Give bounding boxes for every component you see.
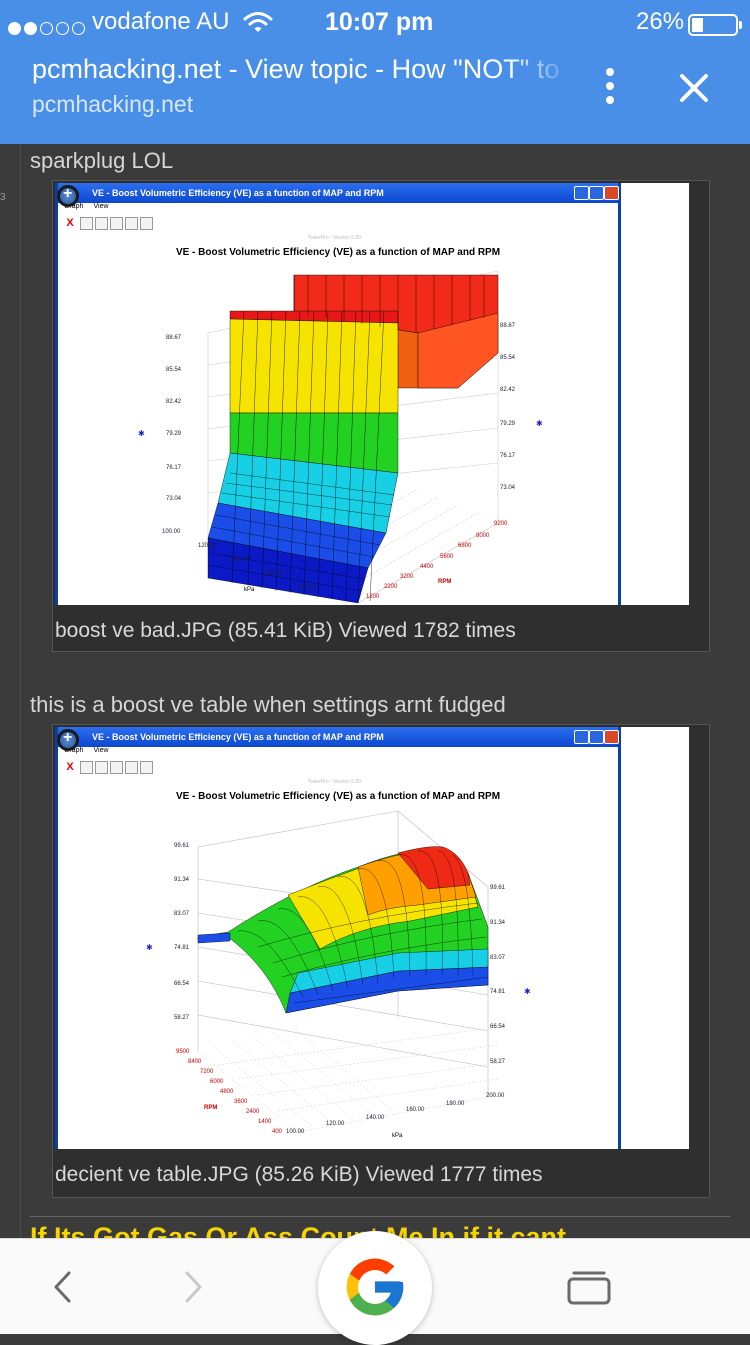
z-tick: 88.67	[166, 335, 182, 341]
z-tick: 74.81	[490, 989, 506, 995]
attachment-caption-2: decient ve table.JPG (85.26 KiB) Viewed …	[55, 1163, 543, 1186]
attachment-caption-1: boost ve bad.JPG (85.41 KiB) Viewed 1782…	[55, 619, 516, 642]
z-tick: 73.04	[500, 485, 516, 491]
z-tick: 66.54	[490, 1024, 506, 1030]
rpm-tick: 400	[272, 1129, 283, 1135]
rpm-tick: 1200	[366, 594, 380, 600]
signature-divider	[30, 1216, 730, 1217]
gutter-mark: 3	[0, 192, 6, 203]
z-tick: 79.29	[166, 431, 182, 437]
z-tick: 83.07	[490, 955, 506, 961]
kpa-axis-label: kPa	[244, 587, 255, 593]
post-text-1: sparkplug LOL	[30, 148, 174, 173]
page-title[interactable]: pcmhacking.net - View topic - How "NOT" …	[32, 54, 572, 85]
z-tick: 83.07	[174, 911, 190, 917]
rpm-tick: 8000	[476, 533, 490, 539]
kpa-tick: 100.00	[286, 1129, 305, 1135]
z-tick: 58.27	[490, 1059, 506, 1065]
attachment-2: VE - Boost Volumetric Efficiency (VE) as…	[52, 724, 710, 1198]
z-tick: 66.54	[174, 981, 190, 987]
z-tick: 85.54	[500, 355, 516, 361]
clock: 10:07 pm	[325, 8, 434, 36]
rpm-axis-label: RPM	[438, 579, 452, 585]
rpm-axis-label: RPM	[204, 1105, 218, 1111]
rpm-tick: 3200	[400, 574, 414, 580]
carrier-name: vodafone AU	[92, 8, 230, 35]
rpm-tick: 9500	[176, 1049, 190, 1055]
rpm-tick: 8400	[188, 1059, 202, 1065]
browser-header: vodafone AU 10:07 pm 26% pcmhacking.net …	[0, 0, 750, 144]
surface-plot-2	[197, 810, 499, 1133]
kpa-tick: 180.00	[298, 585, 317, 591]
chevron-left-icon[interactable]	[48, 1269, 78, 1305]
kpa-tick: 120.00	[326, 1121, 345, 1127]
z-axis-marker: ✱	[138, 429, 145, 438]
z-tick: 91.34	[174, 877, 190, 883]
attachment-image-1[interactable]: VE - Boost Volumetric Efficiency (VE) as…	[55, 183, 689, 605]
battery-icon	[688, 14, 742, 36]
z-tick: 85.54	[166, 367, 182, 373]
kpa-tick: 180.00	[446, 1101, 465, 1107]
signal-strength-icon	[8, 14, 88, 42]
kpa-tick: 140.00	[366, 1115, 385, 1121]
status-bar: vodafone AU 10:07 pm 26%	[0, 6, 750, 36]
kpa-tick: 140.00	[230, 557, 249, 563]
wifi-icon	[243, 12, 273, 32]
app-window: VE - Boost Volumetric Efficiency (VE) as…	[55, 727, 621, 1149]
browser-bottom-bar	[0, 1231, 750, 1345]
google-g-icon	[346, 1258, 404, 1316]
rpm-tick: 4800	[220, 1089, 234, 1095]
post-text-2: this is a boost ve table when settings a…	[30, 692, 506, 717]
z-axis-marker: ✱	[146, 943, 153, 952]
rpm-tick: 4400	[420, 564, 434, 570]
z-axis-marker: ✱	[536, 419, 543, 428]
z-tick: 88.67	[500, 323, 516, 329]
rpm-tick: 6800	[458, 543, 472, 549]
attachment-image-2[interactable]: VE - Boost Volumetric Efficiency (VE) as…	[55, 727, 689, 1149]
google-search-button[interactable]	[318, 1231, 432, 1345]
rpm-tick: 5600	[440, 554, 454, 560]
kpa-tick: 200.00	[486, 1093, 505, 1099]
z-tick: 82.42	[500, 387, 516, 393]
signature: If Its Got Gas Or Ass Count Me In if it …	[30, 1222, 567, 1238]
kpa-axis-label: kPa	[392, 1133, 403, 1139]
zoom-in-icon[interactable]	[57, 729, 79, 751]
app-window: VE - Boost Volumetric Efficiency (VE) as…	[55, 183, 621, 605]
page-url[interactable]: pcmhacking.net	[32, 91, 193, 118]
rpm-tick: 3600	[234, 1099, 248, 1105]
rpm-tick: 9200	[494, 521, 508, 527]
surface-plot-1	[207, 270, 499, 604]
kpa-tick: 120.00	[198, 543, 217, 549]
more-vert-icon[interactable]	[596, 68, 624, 112]
z-tick: 100.00	[162, 529, 181, 535]
rpm-tick: 1400	[258, 1119, 272, 1125]
z-tick: 58.27	[174, 1015, 190, 1021]
tabs-icon[interactable]	[566, 1269, 612, 1305]
divider	[20, 144, 21, 1238]
z-axis-marker: ✱	[524, 987, 531, 996]
forum-post: 3 sparkplug LOL VE - Boost Volumetric Ef…	[0, 144, 750, 1238]
rpm-tick: 2200	[384, 584, 398, 590]
kpa-tick: 160.00	[264, 571, 283, 577]
z-tick: 73.04	[166, 496, 182, 502]
rpm-tick: 7200	[200, 1069, 214, 1075]
z-tick: 79.29	[500, 421, 516, 427]
close-icon[interactable]	[670, 64, 718, 112]
z-tick: 76.17	[500, 453, 516, 459]
z-tick: 91.34	[490, 920, 506, 926]
chevron-right-icon[interactable]	[178, 1269, 208, 1305]
rpm-tick: 2400	[246, 1109, 260, 1115]
zoom-in-icon[interactable]	[57, 185, 79, 207]
attachment-1: VE - Boost Volumetric Efficiency (VE) as…	[52, 180, 710, 652]
kpa-tick: 160.00	[406, 1107, 425, 1113]
rpm-tick: 6000	[210, 1079, 224, 1085]
z-tick: 76.17	[166, 465, 182, 471]
battery-percent: 26%	[636, 8, 685, 35]
z-tick: 99.61	[174, 843, 190, 849]
z-tick: 99.61	[490, 885, 506, 891]
z-tick: 82.42	[166, 399, 182, 405]
z-tick: 74.81	[174, 945, 190, 951]
